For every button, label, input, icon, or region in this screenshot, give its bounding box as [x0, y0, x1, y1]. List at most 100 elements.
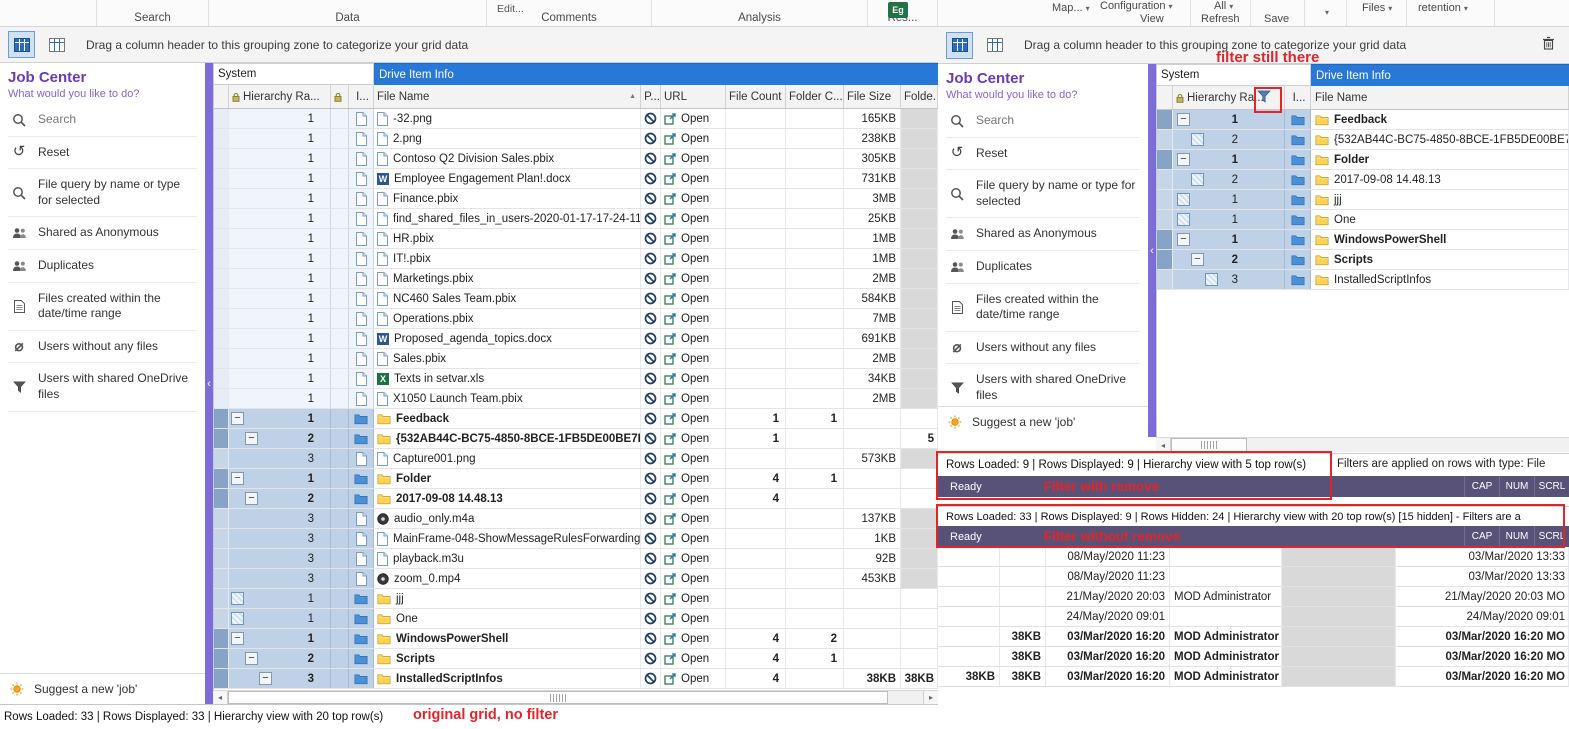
file-name-cell[interactable]: Feedback: [1311, 110, 1569, 129]
url-cell[interactable]: Open: [661, 469, 726, 488]
ribbon-configuration-button[interactable]: Configuration: [1100, 0, 1172, 12]
sidebar-item-files-created-within-the-date-time-range[interactable]: Files created within the date/time range: [946, 284, 1140, 332]
url-cell[interactable]: Open: [661, 349, 726, 368]
file-name-cell[interactable]: {532AB44C-BC75-4850-8BCE-1FB5DE00BE7E}: [1311, 130, 1569, 149]
suggest-new-job-button[interactable]: Suggest a new 'job': [0, 673, 205, 704]
ribbon-group-Data[interactable]: Data: [209, 0, 487, 26]
ribbon-retention-button[interactable]: retention: [1418, 2, 1468, 14]
table-row[interactable]: 1Sales.pbixOpen2MB: [214, 349, 938, 369]
table-row[interactable]: 1IT!.pbixOpen1MB: [214, 249, 938, 269]
url-cell[interactable]: Open: [661, 189, 726, 208]
table-row[interactable]: 08/May/2020 11:2303/Mar/2020 13:33: [938, 567, 1569, 587]
scroll-right-arrow[interactable]: [923, 691, 938, 704]
selection-checkbox[interactable]: [1191, 173, 1204, 186]
file-name-cell[interactable]: One: [374, 609, 641, 628]
scroll-left-arrow[interactable]: [213, 691, 228, 704]
file-name-cell[interactable]: Scripts: [1311, 250, 1569, 269]
table-row[interactable]: 1X1050 Launch Team.pbixOpen2MB: [214, 389, 938, 409]
url-cell[interactable]: Open: [661, 229, 726, 248]
table-row[interactable]: 21/May/2020 20:03MOD Administrator21/May…: [938, 587, 1569, 607]
ribbon-save-button[interactable]: Save: [1264, 13, 1289, 25]
file-size-column-header[interactable]: File Size: [844, 85, 901, 108]
file-name-cell[interactable]: jjj: [1311, 190, 1569, 209]
sidebar-item-users-without-any-files[interactable]: ⌀Users without any files: [946, 332, 1140, 365]
url-cell[interactable]: Open: [661, 329, 726, 348]
table-row[interactable]: 38KB03/Mar/2020 16:20MOD Administrator03…: [938, 647, 1569, 667]
table-row[interactable]: 08/May/2020 11:2303/Mar/2020 13:33: [938, 547, 1569, 567]
selection-checkbox[interactable]: [1205, 273, 1218, 286]
ribbon-view-label[interactable]: View: [1140, 13, 1164, 25]
file-name-cell[interactable]: WEmployee Engagement Plan!.docx: [374, 169, 641, 188]
table-row[interactable]: 1Marketings.pbixOpen2MB: [214, 269, 938, 289]
selection-checkbox[interactable]: [1191, 133, 1204, 146]
url-cell[interactable]: Open: [661, 449, 726, 468]
table-row[interactable]: 3audio_only.m4aOpen137KB: [214, 509, 938, 529]
url-cell[interactable]: Open: [661, 109, 726, 128]
file-name-cell[interactable]: Feedback: [374, 409, 641, 428]
url-cell[interactable]: Open: [661, 209, 726, 228]
table-row[interactable]: 2ScriptsOpen41: [214, 649, 938, 669]
sidebar-item-reset[interactable]: ↺Reset: [8, 137, 197, 170]
collapse-button[interactable]: [1177, 153, 1190, 166]
grid-view-icon[interactable]: [43, 31, 70, 58]
grid-view-icon[interactable]: [981, 32, 1008, 59]
sidebar-item-search[interactable]: Search: [8, 104, 197, 137]
file-name-cell[interactable]: playback.m3u: [374, 549, 641, 568]
scrollbar-thumb[interactable]: [1171, 438, 1247, 452]
collapse-button[interactable]: [1191, 253, 1204, 266]
collapse-button[interactable]: [1177, 113, 1190, 126]
table-row[interactable]: 1Feedback: [1157, 110, 1569, 130]
sidebar-item-users-without-any-files[interactable]: ⌀Users without any files: [8, 331, 197, 364]
suggest-new-job-button[interactable]: Suggest a new 'job': [938, 406, 1148, 437]
file-name-cell[interactable]: MainFrame-048-ShowMessageRulesForwarding: [374, 529, 641, 548]
scrollbar-thumb[interactable]: [228, 691, 888, 704]
file-name-cell[interactable]: InstalledScriptInfos: [374, 669, 641, 688]
table-row[interactable]: 2{532AB44C-BC75-4850-8BCE-1FB5DE00BE7EOp…: [214, 429, 938, 449]
table-row[interactable]: 1Operations.pbixOpen7MB: [214, 309, 938, 329]
excel-export-icon[interactable]: Eg: [888, 2, 908, 18]
file-name-cell[interactable]: jjj: [374, 589, 641, 608]
collapse-button[interactable]: [231, 632, 244, 645]
file-name-cell[interactable]: WindowsPowerShell: [1311, 230, 1569, 249]
horizontal-scrollbar-left[interactable]: [213, 690, 938, 704]
file-name-cell[interactable]: 2017-09-08 14.48.13: [374, 489, 641, 508]
table-row[interactable]: 2Scripts: [1157, 250, 1569, 270]
sidebar-item-file-query-by-name-or-type-for-selected[interactable]: File query by name or type for selected: [8, 169, 197, 217]
table-row[interactable]: 22017-09-08 14.48.13Open4: [214, 489, 938, 509]
url-cell[interactable]: Open: [661, 269, 726, 288]
ribbon-refresh-button[interactable]: Refresh: [1201, 13, 1240, 25]
selection-checkbox[interactable]: [231, 612, 244, 625]
item-type-column-header[interactable]: I...: [349, 85, 374, 108]
table-row[interactable]: 1WindowsPowerShell: [1157, 230, 1569, 250]
url-cell[interactable]: Open: [661, 549, 726, 568]
url-cell[interactable]: Open: [661, 629, 726, 648]
file-name-cell[interactable]: XTexts in setvar.xls: [374, 369, 641, 388]
sidebar-item-search[interactable]: Search: [946, 105, 1140, 138]
file-name-cell[interactable]: Folder: [374, 469, 641, 488]
band-system[interactable]: System: [214, 63, 374, 85]
collapse-button[interactable]: [231, 472, 244, 485]
url-cell[interactable]: Open: [661, 489, 726, 508]
table-row[interactable]: 3InstalledScriptInfos: [1157, 270, 1569, 290]
sidebar-item-users-with-shared-onedrive-files[interactable]: Users with shared OneDrive files: [8, 363, 197, 411]
table-row[interactable]: 1OneOpen: [214, 609, 938, 629]
collapse-button[interactable]: [259, 672, 272, 685]
collapse-button[interactable]: [245, 492, 258, 505]
url-column-header[interactable]: URL: [661, 85, 726, 108]
table-row[interactable]: 1Finance.pbixOpen3MB: [214, 189, 938, 209]
ribbon-group-Search[interactable]: Search: [97, 0, 209, 26]
folder-size-column-header[interactable]: Folde...: [901, 85, 938, 108]
table-row[interactable]: 1WProposed_agenda_topics.docxOpen691KB: [214, 329, 938, 349]
table-row[interactable]: 1FolderOpen41: [214, 469, 938, 489]
file-name-cell[interactable]: Contoso Q2 Division Sales.pbix: [374, 149, 641, 168]
url-cell[interactable]: Open: [661, 649, 726, 668]
file-name-cell[interactable]: find_shared_files_in_users-2020-01-17-17…: [374, 209, 641, 228]
grid-view-selected-icon[interactable]: [946, 32, 973, 59]
file-name-cell[interactable]: Capture001.png: [374, 449, 641, 468]
selection-checkbox[interactable]: [1177, 213, 1190, 226]
table-row[interactable]: 1find_shared_files_in_users-2020-01-17-1…: [214, 209, 938, 229]
table-row[interactable]: 22017-09-08 14.48.13: [1157, 170, 1569, 190]
table-row[interactable]: 1NC460 Sales Team.pbixOpen584KB: [214, 289, 938, 309]
table-row[interactable]: 1jjj: [1157, 190, 1569, 210]
ribbon-files-button[interactable]: Files: [1362, 2, 1392, 14]
